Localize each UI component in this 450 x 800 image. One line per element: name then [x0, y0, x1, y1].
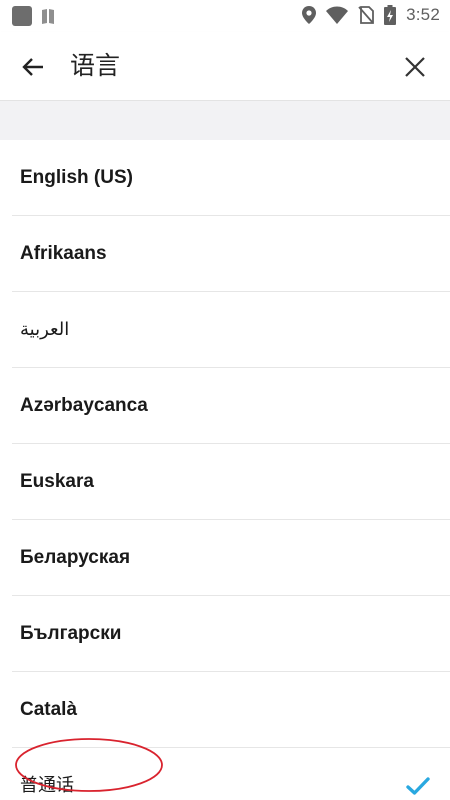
status-bar: 3:52: [0, 0, 450, 32]
language-label: Català: [20, 699, 78, 720]
language-label: العربية: [20, 319, 70, 340]
language-item-azerbaijani[interactable]: Azərbaycanca: [12, 368, 450, 444]
language-item-basque[interactable]: Euskara: [12, 444, 450, 520]
language-list: English (US) Afrikaans العربية Azərbayca…: [0, 140, 450, 800]
language-label: Euskara: [20, 471, 94, 492]
language-settings-screen: 3:52 语言 English (US) Afrikaans العربية A…: [0, 0, 450, 800]
arrow-left-icon: [22, 58, 43, 76]
language-label: Беларуская: [20, 547, 131, 568]
toolbar: 语言: [0, 32, 450, 101]
section-spacer: [0, 101, 450, 140]
close-icon: [405, 57, 425, 77]
language-item-catalan[interactable]: Català: [12, 672, 450, 748]
language-item-arabic[interactable]: العربية: [12, 292, 450, 368]
page-title: 语言: [70, 51, 121, 80]
book-icon: [42, 9, 54, 24]
battery-charging-icon: [384, 5, 397, 25]
language-label: Azərbaycanca: [20, 395, 148, 416]
app-square-icon: [12, 6, 32, 26]
status-left: [12, 6, 56, 26]
language-item-afrikaans[interactable]: Afrikaans: [12, 216, 450, 292]
status-time: 3:52: [406, 5, 440, 24]
status-right: 3:52: [302, 5, 440, 25]
language-item-bulgarian[interactable]: Български: [12, 596, 450, 672]
back-button[interactable]: [16, 50, 50, 84]
close-button[interactable]: [398, 50, 432, 84]
language-item-mandarin[interactable]: 普通话: [12, 748, 450, 800]
language-item-english-us[interactable]: English (US): [12, 140, 450, 216]
language-label: 普通话: [20, 775, 74, 796]
location-icon: [302, 6, 317, 24]
language-label: Български: [20, 623, 122, 644]
language-item-belarusian[interactable]: Беларуская: [12, 520, 450, 596]
language-label: Afrikaans: [20, 243, 107, 264]
language-label: English (US): [20, 167, 133, 188]
no-sim-icon: [358, 6, 375, 24]
wifi-icon: [326, 6, 349, 24]
checkmark-icon: [406, 777, 430, 795]
